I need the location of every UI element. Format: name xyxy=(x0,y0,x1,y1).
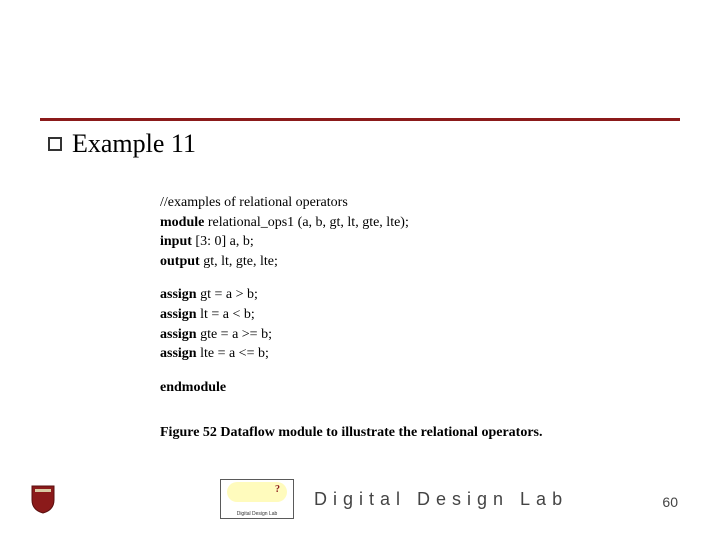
keyword: assign xyxy=(160,346,197,361)
figure-caption: Figure 52 Dataflow module to illustrate … xyxy=(160,425,680,441)
keyword: assign xyxy=(160,307,197,322)
code-text: lte = a <= b; xyxy=(197,346,269,361)
logo: ? Digital Design Lab xyxy=(220,479,294,519)
code-line: assign gt = a > b; xyxy=(160,285,680,305)
code-text: gt = a > b; xyxy=(197,287,258,302)
code-line: assign lt = a < b; xyxy=(160,305,680,325)
shield-icon xyxy=(30,484,56,514)
keyword: input xyxy=(160,234,192,249)
logo-mini-text: Digital Design Lab xyxy=(221,511,293,517)
page-number: 60 xyxy=(662,494,678,510)
keyword: output xyxy=(160,254,200,269)
code-line: module relational_ops1 (a, b, gt, lt, gt… xyxy=(160,213,680,233)
code-line: //examples of relational operators xyxy=(160,193,680,213)
code-text: lt = a < b; xyxy=(197,307,255,322)
slide-title: Example 11 xyxy=(72,129,196,159)
title-row: Example 11 xyxy=(48,129,680,159)
code-line: input [3: 0] a, b; xyxy=(160,232,680,252)
footer: ? Digital Design Lab Digital Design Lab xyxy=(0,476,720,522)
keyword: endmodule xyxy=(160,380,226,395)
question-icon: ? xyxy=(275,484,280,495)
bullet-icon xyxy=(48,137,62,151)
divider xyxy=(40,118,680,121)
code-text: [3: 0] a, b; xyxy=(192,234,254,249)
code-text: gte = a >= b; xyxy=(197,327,272,342)
footer-text: Digital Design Lab xyxy=(314,489,568,510)
keyword: assign xyxy=(160,287,197,302)
code-line: assign lte = a <= b; xyxy=(160,344,680,364)
code-line: assign gte = a >= b; xyxy=(160,325,680,345)
code-line: output gt, lt, gte, lte; xyxy=(160,252,680,272)
keyword: module xyxy=(160,215,204,230)
code-text: relational_ops1 (a, b, gt, lt, gte, lte)… xyxy=(204,215,409,230)
slide: Example 11 //examples of relational oper… xyxy=(0,0,720,540)
keyword: assign xyxy=(160,327,197,342)
code-text: gt, lt, gte, lte; xyxy=(200,254,278,269)
code-block: //examples of relational operators modul… xyxy=(160,193,680,397)
code-line: endmodule xyxy=(160,378,680,398)
